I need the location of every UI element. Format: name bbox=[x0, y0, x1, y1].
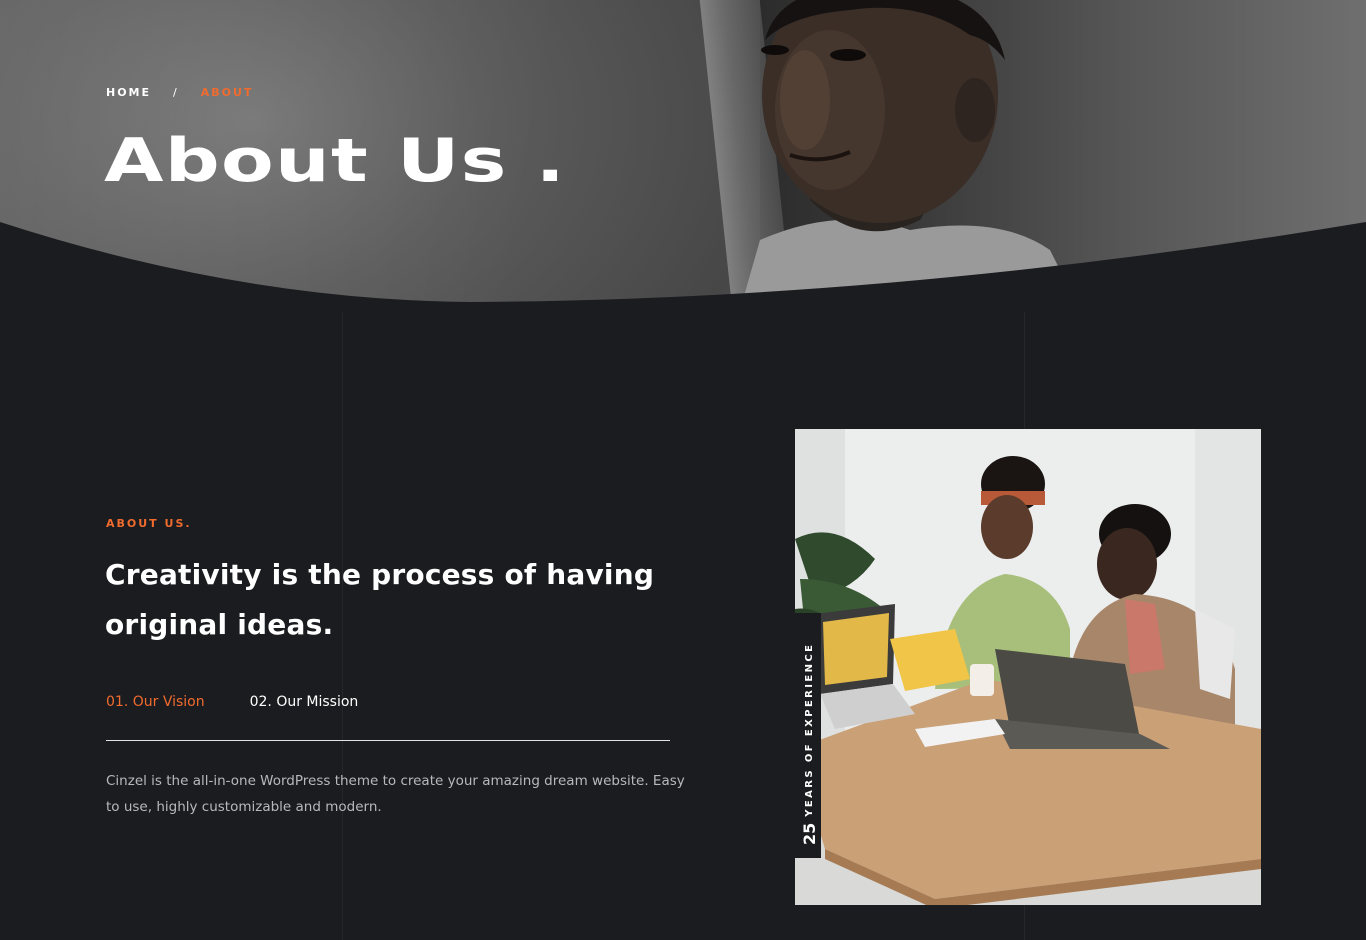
experience-years: 25 bbox=[799, 822, 819, 845]
experience-badge: 25 YEARS OF EXPERIENCE bbox=[781, 613, 821, 858]
section-headline: Creativity is the process of having orig… bbox=[105, 558, 655, 641]
breadcrumb: HOME / ABOUT bbox=[106, 86, 253, 99]
breadcrumb-separator: / bbox=[173, 86, 179, 99]
section-eyebrow: ABOUT US. bbox=[106, 517, 192, 530]
hero-banner: HOME / ABOUT About Us . bbox=[0, 0, 1366, 310]
office-team-image bbox=[795, 429, 1261, 905]
vision-mission-tabs: 01. Our Vision 02. Our Mission bbox=[106, 694, 358, 710]
tabs-divider bbox=[106, 740, 670, 741]
tab-our-vision[interactable]: 01. Our Vision bbox=[106, 694, 205, 710]
breadcrumb-home-link[interactable]: HOME bbox=[106, 86, 151, 99]
tab-our-mission[interactable]: 02. Our Mission bbox=[250, 694, 359, 710]
about-page: HOME / ABOUT About Us . ABOUT US. Creati… bbox=[0, 0, 1366, 940]
page-title: About Us . bbox=[104, 126, 567, 196]
breadcrumb-current: ABOUT bbox=[200, 86, 254, 99]
tab-description: Cinzel is the all-in-one WordPress theme… bbox=[106, 773, 685, 815]
experience-label: YEARS OF EXPERIENCE bbox=[803, 642, 815, 817]
